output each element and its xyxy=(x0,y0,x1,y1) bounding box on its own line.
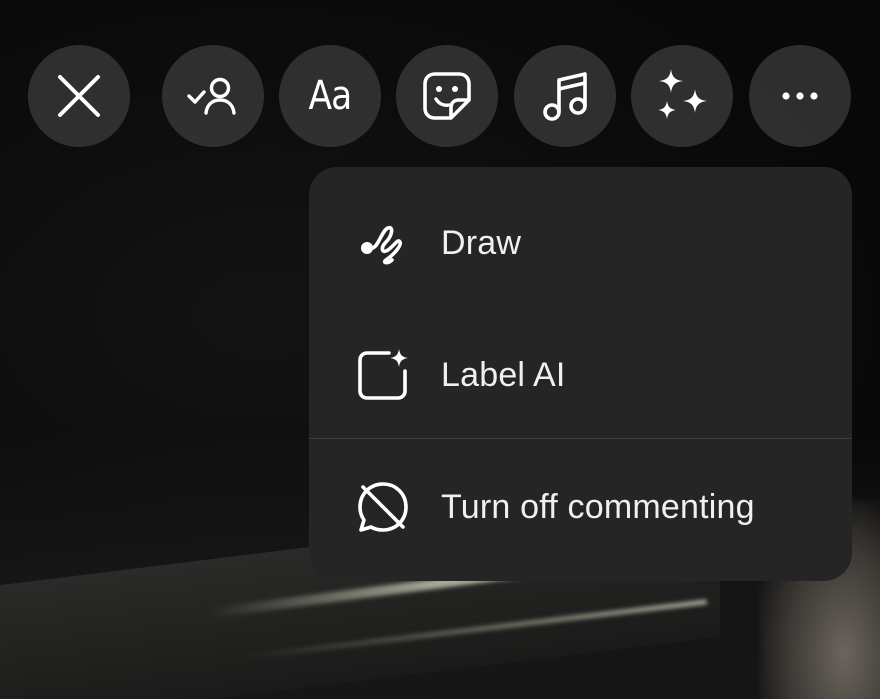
close-icon xyxy=(58,75,100,117)
menu-item-label: Draw xyxy=(441,223,522,262)
menu-item-turn-off-commenting[interactable]: Turn off commenting xyxy=(309,478,852,536)
sparkles-icon xyxy=(658,69,707,119)
comment-off-icon xyxy=(354,478,412,536)
tag-people-button[interactable] xyxy=(162,45,264,147)
top-toolbar: Aa xyxy=(0,45,880,147)
sticker-icon xyxy=(423,72,471,120)
music-note-icon xyxy=(543,72,587,121)
menu-item-label-ai[interactable]: Label AI xyxy=(309,346,852,404)
menu-item-label: Turn off commenting xyxy=(441,487,755,526)
close-button[interactable] xyxy=(28,45,130,147)
more-horizontal-icon xyxy=(782,92,818,100)
menu-item-draw[interactable]: Draw xyxy=(309,214,852,272)
more-button[interactable] xyxy=(749,45,851,147)
effects-button[interactable] xyxy=(631,45,733,147)
menu-item-label: Label AI xyxy=(441,355,566,394)
sticker-button[interactable] xyxy=(396,45,498,147)
music-button[interactable] xyxy=(514,45,616,147)
draw-squiggle-icon xyxy=(354,214,412,272)
text-icon: Aa xyxy=(308,73,353,119)
menu-divider xyxy=(309,438,852,439)
more-options-menu: Draw Label AI Turn off commenting xyxy=(309,167,852,581)
tag-person-icon xyxy=(187,77,236,115)
text-button[interactable]: Aa xyxy=(279,45,381,147)
label-ai-icon xyxy=(354,346,412,404)
